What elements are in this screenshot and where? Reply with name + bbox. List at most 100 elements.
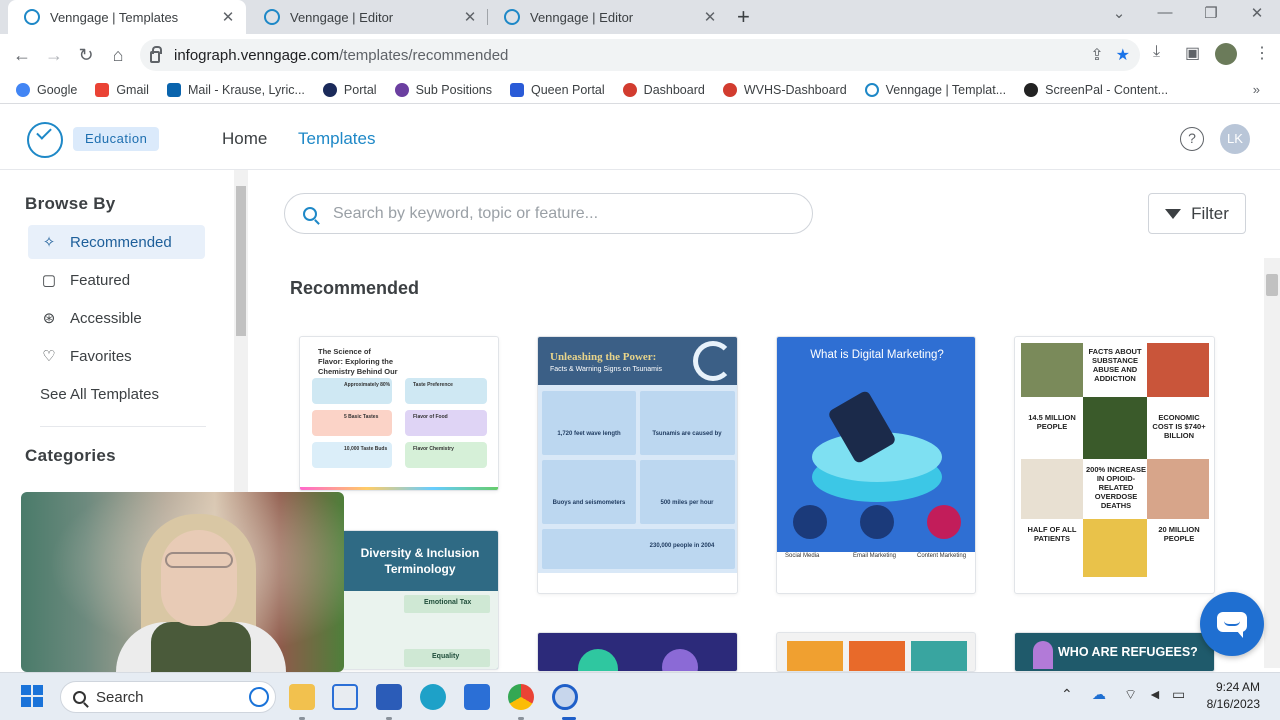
bookmark-venngage[interactable]: Venngage | Templat... [864, 82, 1006, 97]
download-icon[interactable]: ⤓ [1153, 43, 1160, 61]
bookmark-sub-positions[interactable]: Sub Positions [394, 82, 492, 97]
tray-overflow-icon[interactable]: ⌃ [1061, 686, 1073, 703]
store-icon[interactable] [332, 684, 358, 710]
bookmark-label: Dashboard [643, 82, 705, 97]
flavor-row-label: Flavor of Food [413, 414, 448, 420]
sidebar-item-accessible[interactable]: ⊛ Accessible [28, 301, 205, 335]
windows-start-icon[interactable] [21, 685, 43, 707]
back-icon[interactable]: ← [10, 43, 34, 67]
template-card[interactable]: WHO ARE REFUGEES? [1014, 632, 1215, 672]
new-tab-button[interactable]: + [737, 4, 750, 30]
bookmark-queen-portal[interactable]: Queen Portal [510, 82, 605, 97]
bookmark-dashboard[interactable]: Dashboard [622, 82, 705, 97]
taskbar-clock[interactable]: 9:24 AM 8/16/2023 [1196, 679, 1260, 713]
photo-tile [1021, 459, 1083, 519]
chat-widget-button[interactable] [1200, 592, 1264, 656]
bookmark-google[interactable]: Google [16, 82, 77, 97]
bookmark-label: WVHS-Dashboard [743, 82, 847, 97]
nav-home-link[interactable]: Home [222, 129, 267, 149]
browser-tab[interactable]: Venngage | Templates ✕ [8, 0, 246, 34]
onedrive-icon[interactable]: ☁ [1092, 686, 1106, 703]
help-icon[interactable]: ? [1180, 127, 1204, 151]
restore-icon[interactable]: ❐ [1196, 4, 1226, 22]
search-input[interactable] [333, 204, 773, 223]
sidebar-item-recommended[interactable]: ✧ Recommended [28, 225, 205, 259]
queen-portal-icon [510, 82, 524, 97]
tab-search-icon[interactable]: ⌄ [1104, 4, 1134, 22]
fact-text: 200% INCREASE IN OPIOID-RELATED OVERDOSE… [1085, 465, 1147, 510]
wifi-icon[interactable]: ⌔ [1124, 686, 1137, 704]
close-icon[interactable]: ✕ [220, 8, 236, 26]
edge-icon[interactable] [420, 684, 446, 710]
main-scrollbar-thumb[interactable] [1266, 274, 1278, 296]
file-explorer-icon[interactable] [289, 684, 315, 710]
screenpal-icon[interactable] [552, 684, 578, 710]
template-card[interactable]: FACTS ABOUT SUBSTANCE ABUSE AND ADDICTIO… [1014, 336, 1215, 594]
word-icon[interactable] [376, 684, 402, 710]
lock-icon[interactable] [150, 45, 162, 63]
bookmark-star-icon[interactable]: ★ [1116, 45, 1130, 65]
color-tile [787, 641, 843, 671]
browser-tab[interactable]: Venngage | Editor ✕ [488, 0, 728, 34]
photos-icon[interactable] [464, 684, 490, 710]
categories-heading: Categories [25, 446, 116, 465]
bookmark-gmail[interactable]: Gmail [95, 82, 149, 97]
bookmark-portal[interactable]: Portal [322, 82, 377, 97]
template-card[interactable]: Unleashing the Power: Facts & Warning Si… [537, 336, 738, 594]
template-card[interactable]: What is Digital Marketing? Social Media … [776, 336, 976, 594]
flavor-row: Flavor Chemistry [405, 442, 487, 468]
filter-button[interactable]: Filter [1148, 193, 1246, 234]
template-card[interactable] [537, 632, 738, 672]
home-icon[interactable]: ⌂ [106, 43, 130, 67]
bookmark-mail[interactable]: Mail - Krause, Lyric... [166, 82, 305, 97]
social-media-icon [793, 505, 827, 539]
venngage-logo-icon[interactable] [27, 122, 63, 158]
user-avatar[interactable]: LK [1220, 124, 1250, 154]
presenter-glasses [165, 552, 233, 568]
template-card[interactable] [776, 632, 976, 672]
side-panel-icon[interactable]: ▣ [1185, 43, 1200, 63]
template-card[interactable]: The Science of Flavor: Exploring the Che… [299, 336, 499, 491]
featured-icon: ▢ [41, 272, 57, 289]
nav-templates-link[interactable]: Templates [298, 129, 375, 149]
bookmarks-bar: Google Gmail Mail - Krause, Lyric... Por… [0, 76, 1280, 104]
browser-tab[interactable]: Venngage | Editor ✕ [248, 0, 488, 34]
sidebar-item-featured[interactable]: ▢ Featured [28, 263, 205, 297]
screenpal-icon [1024, 82, 1039, 97]
reload-icon[interactable]: ↻ [74, 43, 98, 67]
sidebar-item-favorites[interactable]: ♡ Favorites [28, 339, 205, 373]
bookmark-screenpal[interactable]: ScreenPal - Content... [1024, 82, 1168, 97]
template-search[interactable] [284, 193, 813, 234]
more-bookmarks-icon[interactable]: » [1253, 82, 1260, 97]
close-icon[interactable]: ✕ [702, 8, 718, 26]
fact-cell: 500 miles per hour [640, 460, 735, 524]
close-icon[interactable]: ✕ [462, 8, 478, 26]
sidebar-scrollbar-thumb[interactable] [236, 186, 246, 336]
close-window-icon[interactable]: ✕ [1242, 4, 1272, 22]
minimize-icon[interactable]: — [1150, 4, 1180, 21]
battery-icon[interactable]: ▭ [1172, 686, 1185, 703]
sparkle-icon: ✧ [42, 234, 56, 251]
bing-icon[interactable] [249, 687, 269, 707]
fact-text: Tsunamis are caused by [652, 431, 722, 437]
address-bar[interactable]: infograph.venngage.com/templates/recomme… [140, 39, 1140, 71]
search-icon [303, 206, 317, 221]
bookmark-label: Sub Positions [415, 82, 492, 97]
fact-cell: 230,000 people in 2004 [542, 529, 735, 569]
forward-icon[interactable]: → [42, 43, 66, 67]
main-scrollbar[interactable] [1264, 258, 1280, 668]
webcam-overlay[interactable] [21, 492, 344, 672]
share-icon[interactable]: ⇪ [1090, 45, 1103, 65]
search-icon [73, 690, 86, 704]
fact-text: 20 MILLION PEOPLE [1158, 525, 1200, 543]
see-all-templates-link[interactable]: See All Templates [40, 386, 159, 403]
term-label: Equality [432, 653, 460, 660]
term-chip: Emotional Tax [404, 595, 490, 613]
bookmark-wvhs-dashboard[interactable]: WVHS-Dashboard [722, 82, 847, 97]
profile-avatar[interactable] [1215, 43, 1237, 65]
volume-icon[interactable]: ◄ [1148, 686, 1162, 702]
chrome-icon[interactable] [508, 684, 534, 710]
menu-icon[interactable]: ⋮ [1254, 43, 1270, 63]
taskbar-search[interactable]: Search [60, 681, 276, 713]
flavor-row: 10,000 Taste Buds [312, 442, 392, 468]
